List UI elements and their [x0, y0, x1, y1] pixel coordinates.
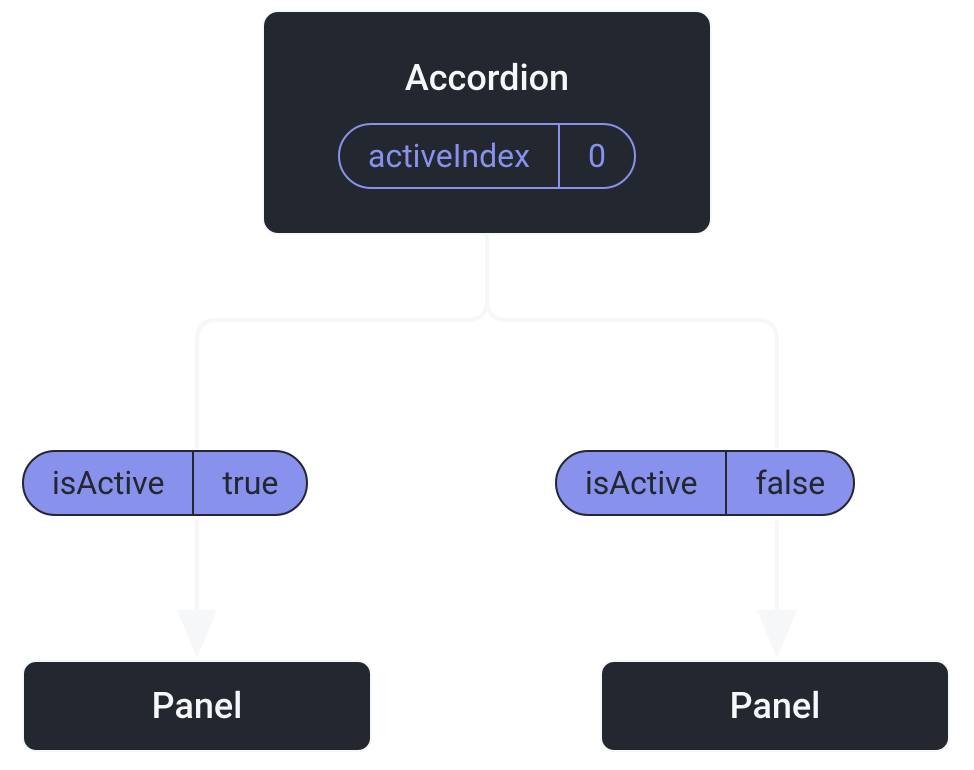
prop-key: isActive: [24, 452, 194, 514]
parent-component-node: Accordion activeIndex 0: [262, 10, 712, 235]
prop-key: isActive: [557, 452, 727, 514]
child-component-node-right: Panel: [600, 660, 950, 752]
state-value: 0: [560, 125, 634, 187]
prop-badge-right: isActive false: [555, 450, 855, 516]
prop-value: true: [194, 452, 306, 514]
child-component-label: Panel: [730, 685, 821, 727]
component-tree-diagram: Accordion activeIndex 0 isActive true is…: [0, 0, 974, 770]
state-badge: activeIndex 0: [338, 123, 636, 189]
parent-component-label: Accordion: [405, 57, 569, 99]
child-component-node-left: Panel: [22, 660, 372, 752]
child-component-label: Panel: [152, 685, 243, 727]
state-key: activeIndex: [340, 125, 560, 187]
prop-badge-left: isActive true: [22, 450, 308, 516]
prop-value: false: [727, 452, 853, 514]
